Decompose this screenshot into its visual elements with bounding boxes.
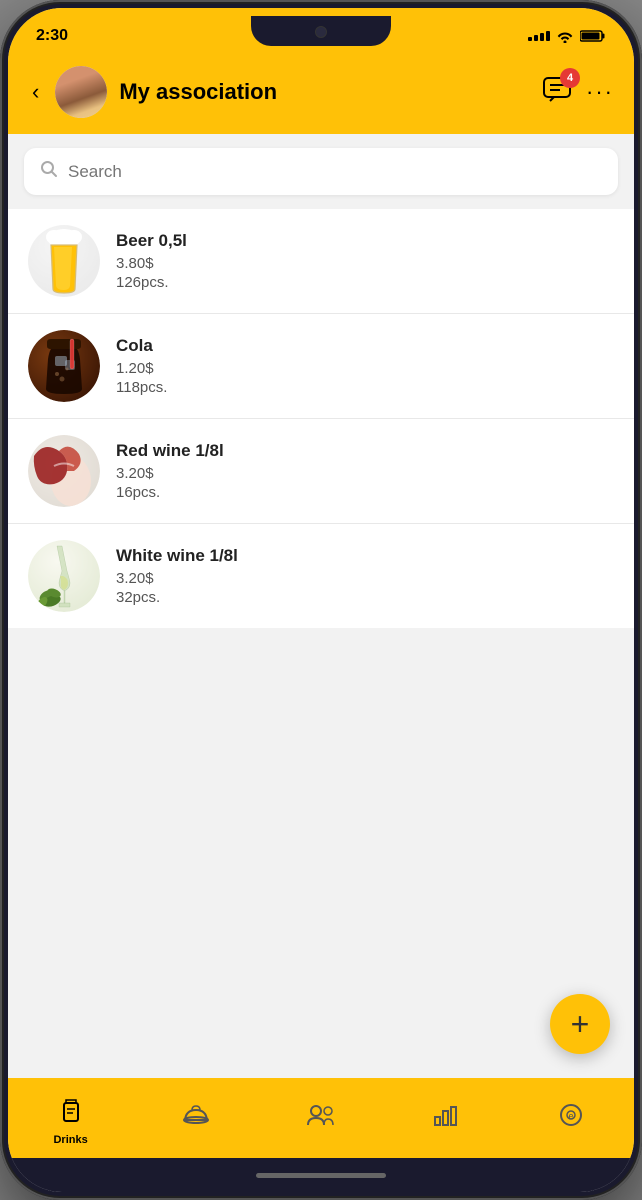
search-container (8, 134, 634, 209)
page-title: My association (119, 79, 530, 105)
avatar (55, 66, 107, 118)
item-name: White wine 1/8l (116, 546, 614, 566)
search-input[interactable] (68, 162, 602, 182)
item-list: Beer 0,5l 3.80$ 126pcs. (8, 209, 634, 628)
item-image-beer (28, 225, 100, 297)
app-header: ‹ My association 4 ··· (8, 56, 634, 134)
wifi-icon (556, 29, 574, 43)
members-icon (306, 1103, 336, 1134)
item-price: 3.20$ (116, 465, 614, 482)
beer-illustration (28, 225, 100, 297)
food-icon (182, 1102, 210, 1135)
item-name: Red wine 1/8l (116, 441, 614, 461)
notch (251, 16, 391, 46)
signal-icon (528, 31, 550, 41)
item-image-whitewine (28, 540, 100, 612)
home-bar (256, 1173, 386, 1178)
drinks-icon (58, 1095, 84, 1130)
list-item[interactable]: Red wine 1/8l 3.20$ 16pcs. (8, 419, 634, 524)
add-button[interactable]: + (550, 994, 610, 1054)
nav-settings[interactable]: e (509, 1102, 634, 1139)
list-item[interactable]: White wine 1/8l 3.20$ 32pcs. (8, 524, 634, 628)
settings-icon: e (558, 1102, 584, 1135)
phone-frame: 2:30 ‹ (0, 0, 642, 1200)
battery-icon (580, 29, 606, 43)
more-button[interactable]: ··· (586, 79, 614, 105)
list-item[interactable]: Cola 1.20$ 118pcs. (8, 314, 634, 419)
home-indicator (8, 1158, 634, 1192)
item-image-cola (28, 330, 100, 402)
item-qty: 32pcs. (116, 589, 614, 606)
item-price: 1.20$ (116, 360, 614, 377)
item-qty: 16pcs. (116, 484, 614, 501)
nav-drinks[interactable]: Drinks (8, 1095, 133, 1146)
status-time: 2:30 (36, 27, 68, 45)
stats-icon (433, 1103, 459, 1134)
item-name: Beer 0,5l (116, 231, 614, 251)
notifications-button[interactable]: 4 (542, 76, 572, 109)
search-box (24, 148, 618, 195)
fab-container: + (8, 628, 634, 1078)
header-actions: 4 ··· (542, 76, 614, 109)
bottom-nav: Drinks (8, 1078, 634, 1158)
item-name: Cola (116, 336, 614, 356)
front-camera (315, 26, 327, 38)
item-qty: 126pcs. (116, 274, 614, 291)
item-image-redwine (28, 435, 100, 507)
notification-badge: 4 (560, 68, 580, 88)
content-area: Beer 0,5l 3.80$ 126pcs. (8, 134, 634, 1078)
item-price: 3.20$ (116, 570, 614, 587)
item-qty: 118pcs. (116, 379, 614, 396)
item-info-redwine: Red wine 1/8l 3.20$ 16pcs. (116, 441, 614, 501)
item-info-beer: Beer 0,5l 3.80$ 126pcs. (116, 231, 614, 291)
item-price: 3.80$ (116, 255, 614, 272)
status-icons (528, 29, 606, 43)
nav-food[interactable] (133, 1102, 258, 1139)
nav-stats[interactable] (384, 1103, 509, 1138)
svg-text:e: e (569, 1111, 574, 1121)
screen: 2:30 ‹ (8, 8, 634, 1192)
nav-members[interactable] (258, 1103, 383, 1138)
nav-drinks-label: Drinks (53, 1134, 87, 1146)
item-info-cola: Cola 1.20$ 118pcs. (116, 336, 614, 396)
search-icon (40, 160, 58, 183)
list-item[interactable]: Beer 0,5l 3.80$ 126pcs. (8, 209, 634, 314)
avatar-image (55, 66, 107, 118)
back-button[interactable]: ‹ (28, 75, 43, 109)
item-info-whitewine: White wine 1/8l 3.20$ 32pcs. (116, 546, 614, 606)
